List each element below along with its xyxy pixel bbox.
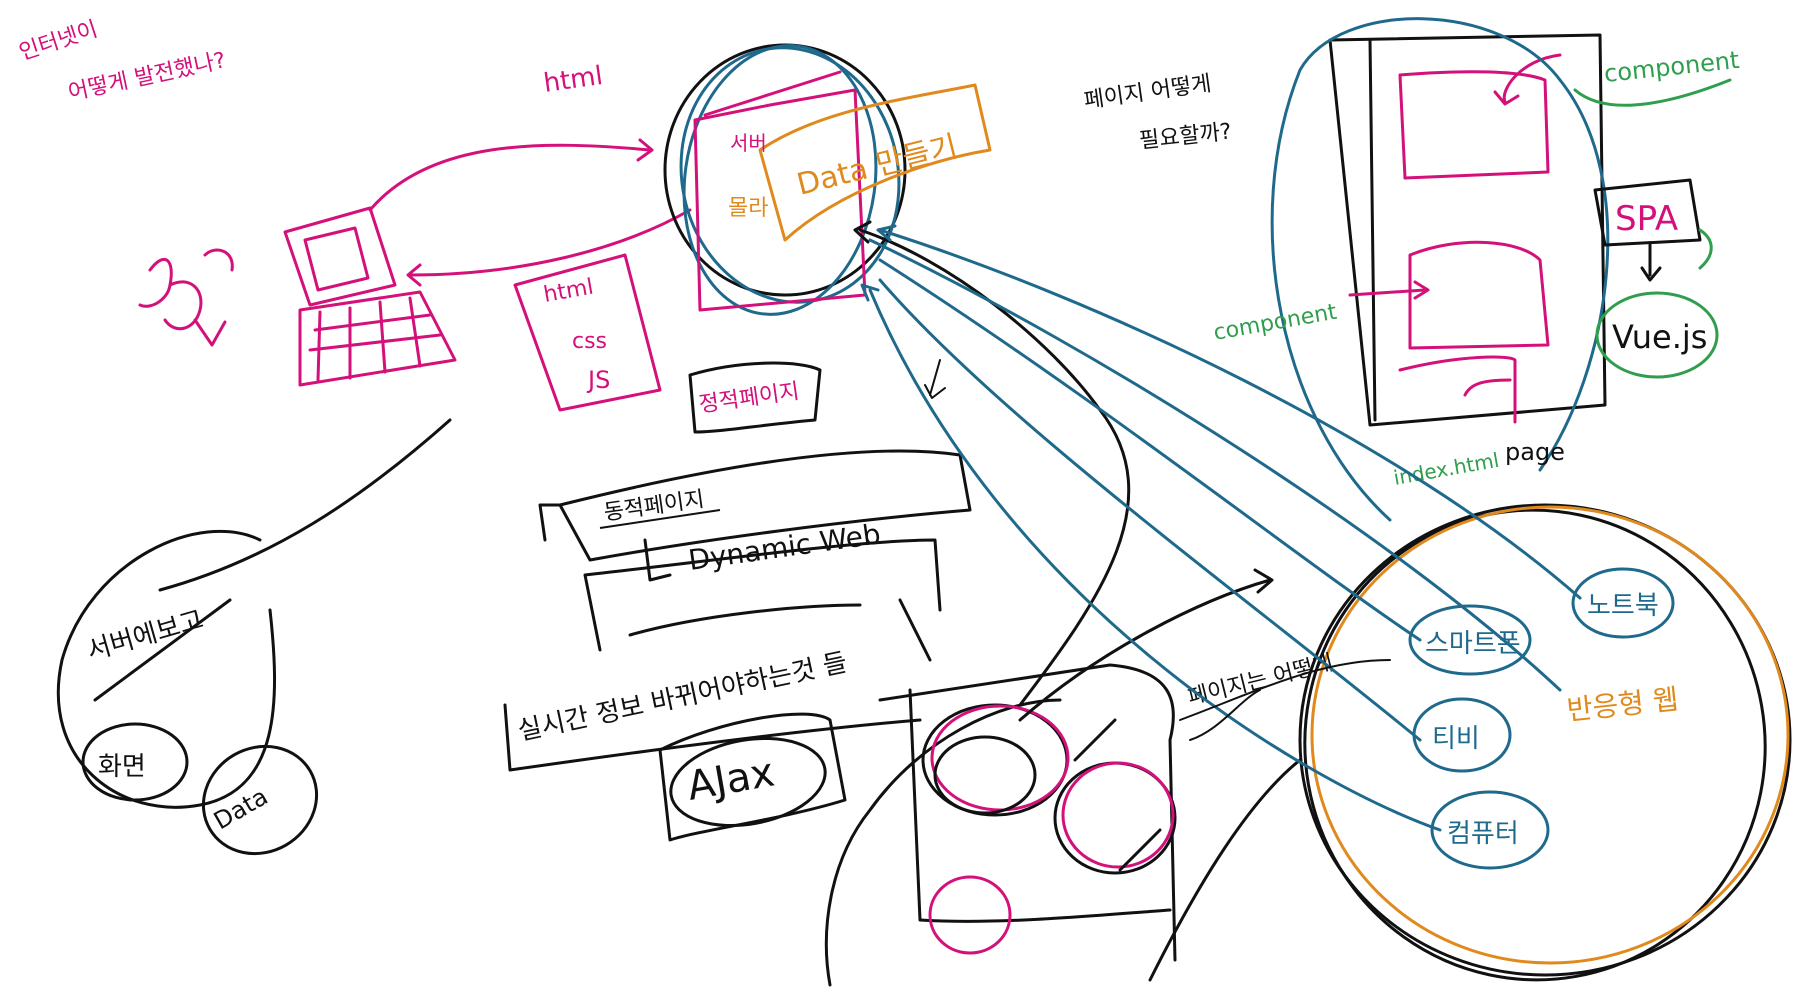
computer-sketch <box>283 206 457 387</box>
vuejs-label: Vue.js <box>1612 318 1707 356</box>
file-css-label: css <box>572 329 607 354</box>
question-line-1: 인터넷이 <box>16 17 101 66</box>
question-line-2: 어떻게 발전했나? <box>66 48 228 106</box>
user-figure <box>138 248 234 347</box>
screen-label: 화면 <box>98 752 146 782</box>
server-ops-label: 서버에보고 <box>84 605 207 667</box>
small-down-arrow <box>924 359 946 399</box>
device-tv: 티비 <box>1432 724 1480 754</box>
dynamic-web-label: Dynamic Web <box>686 517 882 577</box>
why-page-line-2: 필요할까? <box>1138 119 1233 154</box>
static-page-label: 정적페이지 <box>697 379 801 418</box>
request-response-arrows <box>368 138 692 287</box>
server-mole-label: 몰라 <box>728 196 768 221</box>
html-top-label: html <box>542 61 605 99</box>
why-page-line-1: 페이지 어떻게 <box>1082 71 1213 114</box>
whiteboard-canvas: 인터넷이 어떻게 발전했나? html 서버 Data 만들기 몰라 html <box>16 17 1792 987</box>
server-label: 서버 <box>730 131 767 155</box>
top-left-question: 인터넷이 어떻게 발전했나? <box>16 17 228 106</box>
index-html-label: index.html <box>1392 448 1501 490</box>
spa-label: SPA <box>1615 199 1678 239</box>
page-layout-sketch <box>1328 33 1607 427</box>
file-html-label: html <box>542 275 596 308</box>
data-small-label: Data <box>209 782 273 835</box>
component-top-label: component <box>1603 46 1741 88</box>
responsive-web-label: 반응형 웹 <box>1565 682 1680 727</box>
devices-circle <box>1298 503 1792 982</box>
file-js-label: JS <box>586 366 610 394</box>
page-label: page <box>1505 438 1565 466</box>
device-computer: 컴퓨터 <box>1447 819 1519 849</box>
device-notebook: 노트북 <box>1587 591 1659 621</box>
server-data-label: Data 만들기 <box>793 129 961 203</box>
component-left-label: component <box>1212 300 1339 346</box>
ajax-label: AJax <box>684 749 778 809</box>
